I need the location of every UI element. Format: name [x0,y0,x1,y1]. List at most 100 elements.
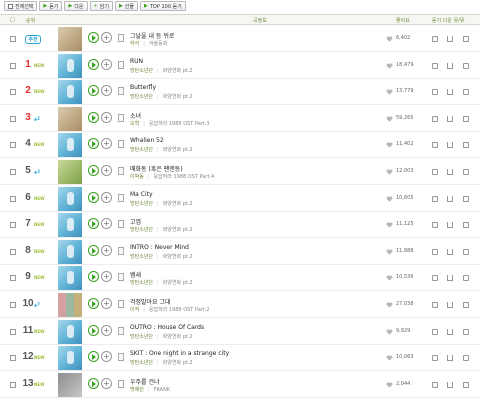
album-name[interactable]: 화양연화 pt.2 [163,227,193,233]
heart-icon[interactable] [386,63,393,69]
listen-icon[interactable] [432,302,438,308]
artist-name[interactable]: 방탄소년단 [130,201,153,207]
listen-icon[interactable] [432,195,438,202]
download-icon[interactable] [447,302,453,308]
gift-button[interactable]: ▶ 선물 [114,1,138,11]
music-video-icon[interactable] [463,275,469,282]
play-button[interactable] [88,138,99,150]
download-icon[interactable] [447,169,453,175]
download-button[interactable]: ▶ 다운 [64,1,88,11]
song-title[interactable]: 그날을 내 등 뒤로 [130,31,174,40]
row-checkbox[interactable] [10,328,16,335]
listen-button[interactable]: ▶ 듣기 [39,1,63,11]
listen-icon[interactable] [432,222,438,229]
artist-name[interactable]: 방탄소년단 [130,360,153,366]
album-thumbnail[interactable] [58,133,82,158]
album-thumbnail[interactable] [58,53,82,78]
play-button[interactable] [88,58,99,70]
row-checkbox[interactable] [10,169,16,175]
music-video-icon[interactable] [463,222,469,229]
play-button[interactable] [88,191,99,203]
top100-button[interactable]: ▶ TOP 100 듣기 [140,1,186,11]
music-video-icon[interactable] [463,328,469,335]
header-checkbox[interactable]: □ [10,17,15,23]
album-name[interactable]: 화양연화 pt.2 [163,360,193,366]
row-checkbox[interactable] [10,275,16,282]
row-checkbox[interactable] [10,381,16,388]
heart-icon[interactable] [386,196,393,202]
add-to-playlist-button[interactable]: + [101,191,112,203]
album-thumbnail[interactable] [58,266,82,291]
listen-icon[interactable] [432,355,438,362]
song-info-icon[interactable] [118,326,124,335]
play-button[interactable] [88,271,99,283]
listen-icon[interactable] [432,36,438,42]
album-name[interactable]: 화양연화 pt.2 [163,254,193,260]
listen-icon[interactable] [432,275,438,282]
download-icon[interactable] [447,195,453,202]
song-info-icon[interactable] [118,273,124,282]
download-icon[interactable] [447,142,453,149]
play-button[interactable] [88,377,99,389]
download-icon[interactable] [447,275,453,282]
heart-icon[interactable] [386,36,393,42]
download-icon[interactable] [447,115,453,122]
music-video-icon[interactable] [463,302,469,308]
heart-icon[interactable] [386,169,393,175]
add-to-playlist-button[interactable]: + [101,85,112,97]
add-to-playlist-button[interactable]: + [101,351,112,363]
row-checkbox[interactable] [10,142,16,149]
album-name[interactable]: 화양연화 pt.2 [163,201,193,207]
album-name[interactable]: 응답하라 1988 OST Part.3 [149,121,210,127]
artist-name[interactable]: 이박동 [130,174,144,180]
heart-icon[interactable] [386,142,393,149]
music-video-icon[interactable] [463,195,469,202]
heart-icon[interactable] [386,355,393,361]
play-button[interactable] [88,85,99,97]
row-checkbox[interactable] [10,222,16,229]
song-info-icon[interactable] [118,353,124,362]
album-name[interactable]: 화양연화 pt.2 [163,334,193,340]
song-title[interactable]: 우주를 건너 [130,377,160,386]
heart-icon[interactable] [386,302,393,308]
song-info-icon[interactable] [118,140,124,149]
music-video-icon[interactable] [463,89,469,96]
select-all-button[interactable]: 전체선택 [4,1,38,11]
download-icon[interactable] [447,355,453,362]
album-thumbnail[interactable] [58,80,82,105]
add-to-playlist-button[interactable]: + [101,58,112,70]
download-icon[interactable] [447,328,453,335]
listen-icon[interactable] [432,115,438,122]
row-checkbox[interactable] [10,62,16,69]
album-name[interactable]: 겨울동화 [149,41,167,47]
listen-icon[interactable] [432,381,438,388]
album-name[interactable]: 화양연화 pt.2 [163,280,193,286]
song-info-icon[interactable] [118,193,124,202]
add-to-playlist-button[interactable]: + [101,324,112,336]
song-title[interactable]: Ma City [130,191,153,198]
album-name[interactable]: 화양연화 pt.2 [163,68,193,74]
song-title[interactable]: Butterfly [130,84,156,91]
music-video-icon[interactable] [463,115,469,122]
download-icon[interactable] [447,36,453,42]
song-title[interactable]: 걱정말아요 그대 [130,297,171,306]
album-thumbnail[interactable] [58,213,82,238]
listen-icon[interactable] [432,142,438,149]
artist-name[interactable]: 백예린 [130,387,144,393]
album-thumbnail[interactable] [58,27,82,51]
download-icon[interactable] [447,62,453,69]
song-info-icon[interactable] [118,113,124,122]
song-info-icon[interactable] [118,87,124,96]
album-thumbnail[interactable] [58,160,82,184]
heart-icon[interactable] [386,89,393,95]
artist-name[interactable]: 방탄소년단 [130,280,153,286]
artist-name[interactable]: 방탄소년단 [130,94,153,100]
play-button[interactable] [88,324,99,336]
album-name[interactable]: 응답하라 1988 OST Part.2 [149,307,210,313]
row-checkbox[interactable] [10,115,16,122]
album-thumbnail[interactable] [58,293,82,317]
row-checkbox[interactable] [10,89,16,96]
row-checkbox[interactable] [10,355,16,362]
add-to-playlist-button[interactable]: + [101,218,112,230]
add-button[interactable]: + 담기 [89,1,113,11]
